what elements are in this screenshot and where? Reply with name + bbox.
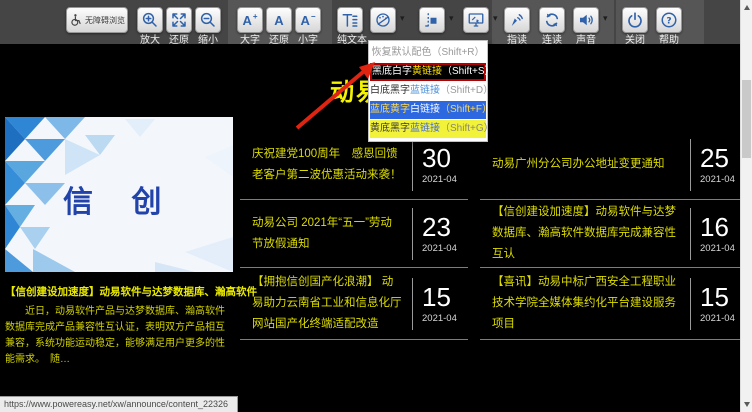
continuous-read-button[interactable] xyxy=(539,7,565,33)
news-day: 23 xyxy=(422,214,468,240)
sound-icon xyxy=(577,11,595,29)
news-date: 30 2021-04 xyxy=(412,139,468,191)
zoom-out-icon xyxy=(199,11,217,29)
svg-text:信 创: 信 创 xyxy=(63,185,175,220)
font-bigger-icon: A+ xyxy=(242,13,257,28)
news-month: 2021-04 xyxy=(422,243,468,254)
news-date: 16 2021-04 xyxy=(690,208,746,260)
news-title-link[interactable]: 庆祝建党100周年 感恩回馈老客户第二波优惠活动来袭！ xyxy=(240,144,412,186)
help-label: 帮助 xyxy=(656,36,682,46)
feature-card-image: 信 创 xyxy=(5,117,233,272)
sound-button[interactable] xyxy=(573,7,599,33)
sound-label: 声音 xyxy=(573,36,599,46)
font-reset-label: 还原 xyxy=(266,36,292,46)
feature-card-title[interactable]: 【信创建设加速度】动易软件与达梦数据库、瀚高软件 xyxy=(5,285,233,299)
close-toolbar-label: 关闭 xyxy=(622,36,648,46)
color-scheme-dropdown-menu: 恢复默认配色（Shift+R） 黑底白字黄链接（Shift+S） 白底黑字蓝链接… xyxy=(368,40,488,142)
plain-text-icon xyxy=(341,11,359,29)
color-scheme-palette-icon xyxy=(374,11,392,29)
font-smaller-icon: A− xyxy=(300,13,315,28)
accessibility-mode-label: 无障碍浏览 xyxy=(85,15,125,26)
zoom-in-icon xyxy=(141,11,159,29)
reading-guides-icon xyxy=(423,11,441,29)
point-read-icon xyxy=(508,11,526,29)
color-scheme-caret-icon[interactable]: ▾ xyxy=(400,13,405,24)
scrollbar-thumb[interactable] xyxy=(742,80,751,158)
news-day: 15 xyxy=(422,284,468,310)
zoom-in-label: 放大 xyxy=(137,36,163,46)
menu-item-black-bg-white-text[interactable]: 黑底白字黄链接（Shift+S） xyxy=(370,63,486,81)
scrollbar-down-arrow-icon[interactable] xyxy=(744,402,750,407)
sound-caret-icon[interactable]: ▾ xyxy=(603,13,608,24)
news-date: 25 2021-04 xyxy=(690,139,746,191)
font-smaller-label: 小字 xyxy=(295,36,321,46)
menu-item-white-bg-black-text[interactable]: 白底黑字蓝链接（Shift+D） xyxy=(370,82,486,100)
feature-card-body: 近日，动易软件产品与达梦数据库、瀚高软件数据库完成产品兼容性互认证，表明双方产品… xyxy=(5,304,233,368)
font-smaller-button[interactable]: A− xyxy=(295,7,321,33)
reading-guides-button[interactable] xyxy=(419,7,445,33)
news-row: 【信创建设加速度】动易软件与达梦数据库、瀚高软件数据库完成兼容性互认 16 20… xyxy=(480,200,746,268)
color-scheme-button[interactable] xyxy=(370,7,396,33)
zoom-reset-button[interactable] xyxy=(166,7,192,33)
power-close-icon xyxy=(626,11,644,29)
news-date: 15 2021-04 xyxy=(690,278,746,330)
news-title-link[interactable]: 动易公司 2021年“五一”劳动节放假通知 xyxy=(240,213,412,255)
feature-card[interactable]: 信 创 【信创建设加速度】动易软件与达梦数据库、瀚高软件 近日，动易软件产品与达… xyxy=(5,117,233,368)
continuous-read-label: 连读 xyxy=(539,36,565,46)
accessibility-mode-button[interactable]: 无障碍浏览 xyxy=(66,7,128,33)
zoom-out-button[interactable] xyxy=(195,7,221,33)
point-read-button[interactable] xyxy=(504,7,530,33)
zoom-reset-label: 还原 xyxy=(166,36,192,46)
news-day: 30 xyxy=(422,145,468,171)
svg-text:?: ? xyxy=(666,16,671,26)
menu-item-restore-default[interactable]: 恢复默认配色（Shift+R） xyxy=(370,44,486,62)
news-month: 2021-04 xyxy=(422,313,468,324)
news-column-right: 动易广州分公司办公地址变更通知 25 2021-04 【信创建设加速度】动易软件… xyxy=(480,130,746,340)
accessibility-toolbar: 无障碍浏览 放大 还原 缩小 A+ 大字 A 还原 A− 小字 纯文本 xyxy=(0,0,752,44)
plain-text-label: 纯文本 xyxy=(337,36,363,46)
zoom-reset-icon xyxy=(170,11,188,29)
scrollbar-up-arrow-icon[interactable] xyxy=(744,5,750,10)
status-bar-url: https://www.powereasy.net/xw/announce/co… xyxy=(0,396,238,412)
news-date: 23 2021-04 xyxy=(412,208,468,260)
menu-item-blue-bg-yellow-text[interactable]: 蓝底黄字白链接（Shift+F） xyxy=(370,101,486,119)
news-title-link[interactable]: 【喜讯】动易中标广西安全工程职业技术学院全媒体集约化平台建设服务项目 xyxy=(480,272,690,335)
font-reset-button[interactable]: A xyxy=(266,7,292,33)
news-title-link[interactable]: 【信创建设加速度】动易软件与达梦数据库、瀚高软件数据库完成兼容性互认 xyxy=(480,202,690,265)
zoom-in-button[interactable] xyxy=(137,7,163,33)
help-button[interactable]: ? xyxy=(656,7,682,33)
point-read-label: 指读 xyxy=(504,36,530,46)
screen-caret-icon[interactable]: ▾ xyxy=(493,13,498,24)
font-bigger-button[interactable]: A+ xyxy=(237,7,263,33)
news-row: 【喜讯】动易中标广西安全工程职业技术学院全媒体集约化平台建设服务项目 15 20… xyxy=(480,268,746,340)
screen-icon xyxy=(467,11,485,29)
continuous-read-icon xyxy=(543,11,561,29)
news-title-link[interactable]: 动易广州分公司办公地址变更通知 xyxy=(480,154,690,175)
news-row: 【拥抱信创国产化浪潮】 动易助力云南省工业和信息化厅网站国产化终端适配改造 15… xyxy=(240,268,468,340)
reading-guides-caret-icon[interactable]: ▾ xyxy=(449,13,454,24)
screen-button[interactable] xyxy=(463,7,489,33)
font-reset-icon: A xyxy=(274,13,283,28)
zoom-out-label: 缩小 xyxy=(195,36,221,46)
close-toolbar-button[interactable] xyxy=(622,7,648,33)
news-title-link[interactable]: 【拥抱信创国产化浪潮】 动易助力云南省工业和信息化厅网站国产化终端适配改造 xyxy=(240,272,412,335)
news-month: 2021-04 xyxy=(422,174,468,185)
menu-item-yellow-bg-black-text[interactable]: 黄底黑字蓝链接（Shift+G） xyxy=(370,120,486,138)
news-row: 动易公司 2021年“五一”劳动节放假通知 23 2021-04 xyxy=(240,200,468,268)
news-date: 15 2021-04 xyxy=(412,278,468,330)
font-bigger-label: 大字 xyxy=(237,36,263,46)
vertical-scrollbar[interactable] xyxy=(740,0,752,412)
plain-text-button[interactable] xyxy=(337,7,363,33)
wheelchair-icon xyxy=(69,13,83,27)
news-row: 动易广州分公司办公地址变更通知 25 2021-04 xyxy=(480,130,746,200)
help-icon: ? xyxy=(660,11,678,29)
news-column-middle: 庆祝建党100周年 感恩回馈老客户第二波优惠活动来袭！ 30 2021-04 动… xyxy=(240,130,468,340)
